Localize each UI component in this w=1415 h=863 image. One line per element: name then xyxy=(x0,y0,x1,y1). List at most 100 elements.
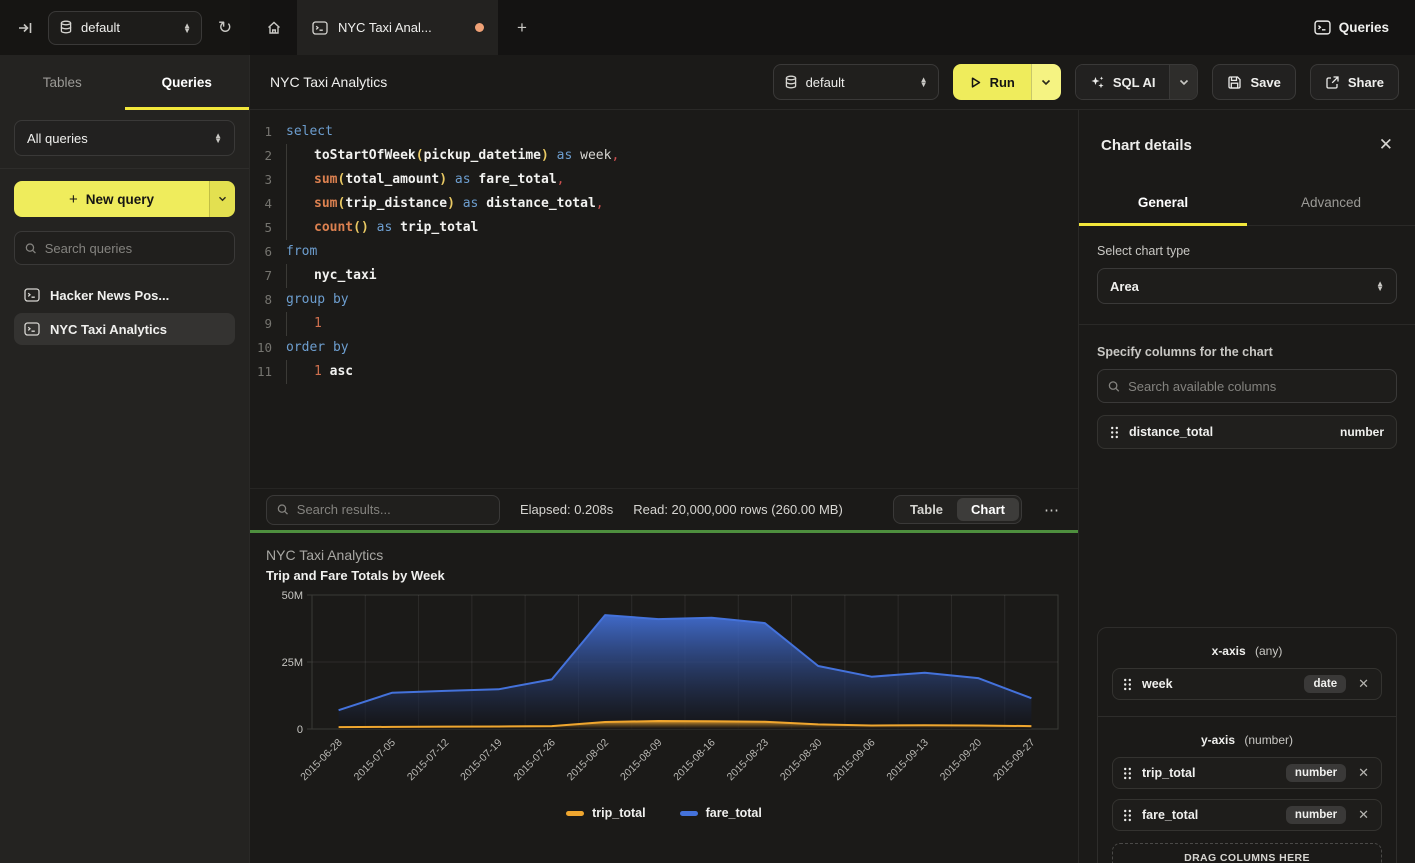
chart-subtitle: Trip and Fare Totals by Week xyxy=(266,568,1062,583)
sql-ai-options-button[interactable] xyxy=(1169,65,1197,99)
drop-zone[interactable]: DRAG COLUMNS HERE xyxy=(1112,843,1382,863)
svg-text:25M: 25M xyxy=(282,657,303,669)
chart-title: NYC Taxi Analytics xyxy=(266,547,1062,563)
chevron-updown-icon: ▲▼ xyxy=(214,133,222,143)
sidebar-divider xyxy=(0,168,249,169)
search-queries-input[interactable] xyxy=(45,241,224,256)
sidebar-tab-tables[interactable]: Tables xyxy=(0,55,125,110)
queries-button[interactable]: Queries xyxy=(1288,0,1415,55)
sidebar-tab-queries[interactable]: Queries xyxy=(125,55,250,110)
search-columns-box xyxy=(1097,369,1397,403)
results-toolbar: Elapsed: 0.208s Read: 20,000,000 rows (2… xyxy=(250,488,1078,530)
svg-text:2015-09-13: 2015-09-13 xyxy=(884,737,931,784)
svg-text:0: 0 xyxy=(297,724,303,736)
y-axis-section: y-axis (number) trip_totalnumber✕fare_to… xyxy=(1098,716,1396,863)
available-column-row[interactable]: distance_totalnumber xyxy=(1097,415,1397,449)
new-tab-button[interactable]: + xyxy=(498,0,546,55)
panel-tab-advanced[interactable]: Advanced xyxy=(1247,180,1415,225)
line-number: 2 xyxy=(250,144,286,168)
query-icon xyxy=(1314,20,1331,35)
sql-ai-button[interactable]: SQL AI xyxy=(1076,65,1170,99)
view-tab-chart[interactable]: Chart xyxy=(957,498,1019,521)
svg-text:2015-08-16: 2015-08-16 xyxy=(671,737,718,784)
y-axis-items: trip_totalnumber✕fare_totalnumber✕ xyxy=(1112,757,1382,831)
app-window: default ▲▼ ↻ NYC Taxi Anal... + Queries … xyxy=(0,0,1415,863)
line-number: 7 xyxy=(250,264,286,288)
query-list-item[interactable]: NYC Taxi Analytics xyxy=(14,313,235,345)
line-number: 9 xyxy=(250,312,286,336)
unsaved-dot-icon xyxy=(475,23,484,32)
share-label: Share xyxy=(1348,75,1384,90)
chevron-down-icon xyxy=(218,196,227,202)
save-icon xyxy=(1227,75,1242,90)
view-tab-table[interactable]: Table xyxy=(896,498,957,521)
legend-swatch xyxy=(566,811,584,816)
query-icon xyxy=(24,288,40,302)
toolbar-database-value: default xyxy=(806,75,912,90)
sql-ai-label: SQL AI xyxy=(1113,75,1156,90)
svg-text:2015-08-23: 2015-08-23 xyxy=(725,737,772,784)
search-results-input[interactable] xyxy=(297,502,489,517)
collapse-sidebar-icon[interactable] xyxy=(12,15,38,41)
remove-column-icon[interactable]: ✕ xyxy=(1356,807,1371,823)
query-filter-select[interactable]: All queries ▲▼ xyxy=(14,120,235,156)
line-number: 4 xyxy=(250,192,286,216)
y-axis-hint: (number) xyxy=(1244,733,1293,747)
remove-column-icon[interactable]: ✕ xyxy=(1356,676,1371,692)
svg-text:2015-09-20: 2015-09-20 xyxy=(938,737,985,784)
new-query-options-button[interactable] xyxy=(209,181,235,217)
sql-ai-button-group: SQL AI xyxy=(1075,64,1199,100)
sql-editor[interactable]: 1select2toStartOfWeek(pickup_datetime) a… xyxy=(250,110,1078,488)
x-axis-items: weekdate✕ xyxy=(1112,668,1382,700)
query-list-item[interactable]: Hacker News Pos... xyxy=(14,279,235,311)
panel-divider xyxy=(1079,324,1415,325)
x-axis-section: x-axis (any) weekdate✕ xyxy=(1098,628,1396,716)
svg-text:2015-08-09: 2015-08-09 xyxy=(618,737,665,784)
tab-title: NYC Taxi Anal... xyxy=(338,20,465,35)
top-bar: default ▲▼ ↻ NYC Taxi Anal... + Queries xyxy=(0,0,1415,55)
share-button[interactable]: Share xyxy=(1310,64,1399,100)
home-tab[interactable] xyxy=(250,0,298,55)
type-badge: number xyxy=(1286,806,1346,824)
new-query-button[interactable]: + New query xyxy=(14,181,209,217)
chevron-updown-icon: ▲▼ xyxy=(1376,281,1384,291)
toolbar-database-selector[interactable]: default ▲▼ xyxy=(773,64,939,100)
queries-label: Queries xyxy=(1339,20,1389,35)
run-button[interactable]: Run xyxy=(953,64,1031,100)
database-selector[interactable]: default ▲▼ xyxy=(48,11,202,45)
chart-svg: 025M50M2015-06-282015-07-052015-07-12201… xyxy=(266,589,1062,801)
tab-nyc-taxi-analytics[interactable]: NYC Taxi Anal... xyxy=(298,0,498,55)
type-badge: date xyxy=(1304,675,1346,693)
legend-item-trip_total[interactable]: trip_total xyxy=(566,806,645,820)
sidebar-tabs: TablesQueries xyxy=(0,55,250,110)
axis-column-row[interactable]: trip_totalnumber✕ xyxy=(1112,757,1382,789)
columns-label: Specify columns for the chart xyxy=(1097,345,1397,359)
drag-handle-icon xyxy=(1123,767,1132,780)
chart-type-select[interactable]: Area ▲▼ xyxy=(1097,268,1397,304)
remove-column-icon[interactable]: ✕ xyxy=(1356,765,1371,781)
new-query-label: New query xyxy=(86,192,154,207)
run-options-button[interactable] xyxy=(1031,64,1061,100)
save-button[interactable]: Save xyxy=(1212,64,1295,100)
search-columns-input[interactable] xyxy=(1128,379,1386,394)
topbar-left: default ▲▼ ↻ xyxy=(0,0,250,55)
share-icon xyxy=(1325,75,1340,90)
legend-item-fare_total[interactable]: fare_total xyxy=(680,806,762,820)
svg-text:2015-09-27: 2015-09-27 xyxy=(991,737,1038,784)
svg-text:50M: 50M xyxy=(282,590,303,602)
search-results-box xyxy=(266,495,500,525)
chevron-down-icon xyxy=(1041,79,1051,86)
query-icon xyxy=(24,322,40,336)
play-icon xyxy=(969,76,982,89)
axis-column-row[interactable]: weekdate✕ xyxy=(1112,668,1382,700)
panel-tab-general[interactable]: General xyxy=(1079,180,1247,225)
new-query-button-group: + New query xyxy=(14,181,235,217)
plus-icon: + xyxy=(69,191,78,208)
close-icon[interactable]: ✕ xyxy=(1379,135,1393,155)
ellipsis-icon[interactable]: ⋯ xyxy=(1042,501,1062,519)
line-number: 8 xyxy=(250,288,286,312)
line-number: 10 xyxy=(250,336,286,360)
search-icon xyxy=(277,503,289,516)
refresh-icon[interactable]: ↻ xyxy=(212,15,238,41)
axis-column-row[interactable]: fare_totalnumber✕ xyxy=(1112,799,1382,831)
